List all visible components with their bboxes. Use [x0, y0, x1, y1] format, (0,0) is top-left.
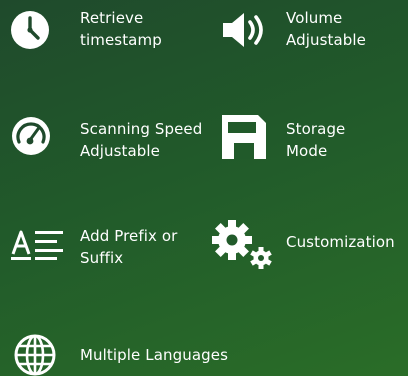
speaker-volume-icon	[220, 10, 268, 50]
feature-label-line: Multiple Languages	[80, 346, 228, 364]
feature-label-line: Scanning Speed	[80, 120, 203, 138]
feature-label-line: Storage	[286, 120, 346, 138]
gears-icon	[212, 220, 274, 270]
feature-label-line: Mode	[286, 142, 328, 160]
speed-gauge-icon	[11, 116, 51, 156]
feature-label-line: Adjustable	[80, 142, 160, 160]
floppy-disk-icon	[222, 115, 266, 159]
feature-label-line: Customization	[286, 233, 395, 251]
feature-label-line: Adjustable	[286, 31, 366, 49]
feature-label-line: Volume	[286, 9, 343, 27]
feature-label-line: Suffix	[80, 249, 124, 267]
feature-label-line: timestamp	[80, 31, 162, 49]
feature-label-line: Add Prefix or	[80, 227, 178, 245]
text-format-icon	[11, 228, 67, 264]
globe-icon	[12, 333, 58, 376]
clock-icon	[10, 10, 50, 50]
feature-label-line: Retrieve	[80, 9, 144, 27]
